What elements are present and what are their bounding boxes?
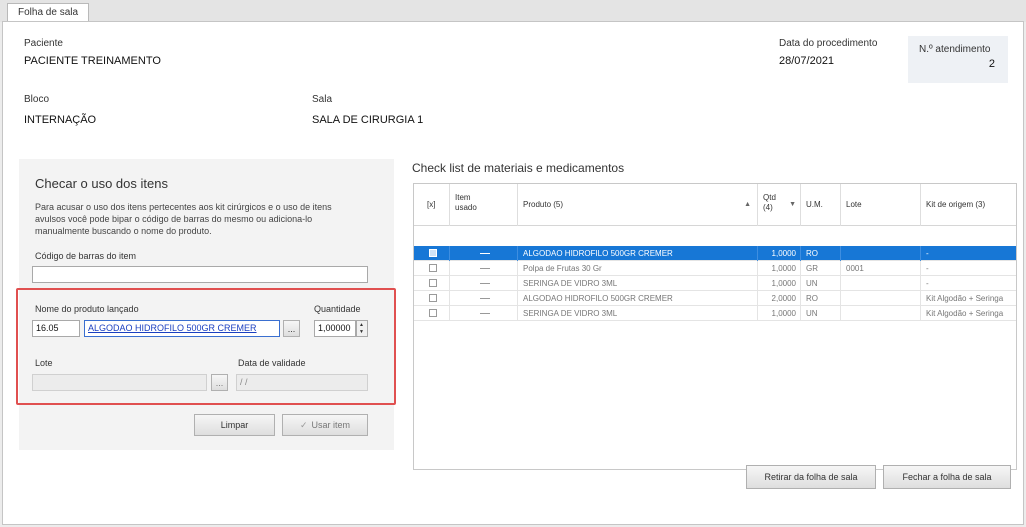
item-usado-indicator (480, 268, 490, 269)
folha-de-sala-page: Paciente PACIENTE TREINAMENTO Data do pr… (2, 21, 1024, 525)
checklist-grid: [x] Item usado Produto (5) ▲ Qtd (4) ▼ U… (413, 183, 1017, 470)
cell-produto: SERINGA DE VIDRO 3ML (518, 276, 758, 291)
cell-um: RO (801, 246, 841, 261)
col-um[interactable]: U.M. (801, 184, 841, 226)
fechar-button[interactable]: Fechar a folha de sala (883, 465, 1011, 489)
cell-qtd: 1,0000 (758, 276, 801, 291)
row-checkbox[interactable] (429, 294, 437, 302)
cell-produto: SERINGA DE VIDRO 3ML (518, 306, 758, 321)
cell-kit: - (926, 279, 929, 288)
retirar-button[interactable]: Retirar da folha de sala (746, 465, 876, 489)
cell-qtd: 1,0000 (758, 261, 801, 276)
item-usado-indicator (480, 253, 490, 254)
cell-kit: - (926, 264, 929, 273)
highlight-box (16, 288, 396, 405)
grid-title: Check list de materiais e medicamentos (412, 161, 625, 175)
item-usado-indicator (480, 283, 490, 284)
usar-item-label: Usar item (311, 420, 351, 430)
cell-lote: 0001 (841, 261, 921, 276)
cell-produto: ALGODAO HIDROFILO 500GR CREMER (518, 246, 758, 261)
item-usado-indicator (480, 298, 490, 299)
table-row[interactable]: ALGODAO HIDROFILO 500GR CREMER 1,0000 RO… (414, 246, 1016, 261)
data-procedimento-value: 28/07/2021 (779, 55, 835, 67)
sort-asc-icon[interactable]: ▲ (744, 201, 751, 208)
cell-kit: Kit Algodão + Seringa (926, 294, 1004, 303)
cell-um: UN (801, 306, 841, 321)
usar-item-button[interactable]: ✓ Usar item (282, 414, 368, 436)
atendimento-value: 2 (988, 58, 995, 70)
col-qtd[interactable]: Qtd (4) ▼ (758, 184, 801, 226)
col-lote[interactable]: Lote (841, 184, 921, 226)
limpar-button[interactable]: Limpar (194, 414, 275, 436)
cell-lote (841, 246, 921, 261)
row-checkbox[interactable] (429, 249, 437, 257)
sala-value: SALA DE CIRURGIA 1 (312, 114, 424, 126)
check-icon: ✓ (299, 419, 308, 430)
cell-um: GR (801, 261, 841, 276)
cell-kit: Kit Algodão + Seringa (926, 309, 1004, 318)
cell-qtd: 1,0000 (758, 246, 801, 261)
row-checkbox[interactable] (429, 309, 437, 317)
checar-uso-title: Checar o uso dos itens (35, 176, 168, 191)
cell-produto: ALGODAO HIDROFILO 500GR CREMER (518, 291, 758, 306)
cell-produto: Polpa de Frutas 30 Gr (518, 261, 758, 276)
sort-desc-icon[interactable]: ▼ (789, 201, 796, 208)
cell-lote (841, 291, 921, 306)
bloco-value: INTERNAÇÃO (24, 114, 97, 126)
table-row[interactable]: Polpa de Frutas 30 Gr 1,0000 GR 0001 - (414, 261, 1016, 276)
checar-uso-description: Para acusar o uso dos itens pertecentes … (35, 202, 332, 236)
col-kit[interactable]: Kit de origem (3) (921, 184, 1016, 226)
barcode-label: Código de barras do item (35, 251, 137, 261)
cell-qtd: 1,0000 (758, 306, 801, 321)
row-checkbox[interactable] (429, 264, 437, 272)
tab-bar: Folha de sala (0, 0, 1026, 22)
col-item-usado[interactable]: Item usado (450, 184, 518, 226)
col-produto-label: Produto (5) (523, 200, 564, 209)
grid-header: [x] Item usado Produto (5) ▲ Qtd (4) ▼ U… (414, 184, 1016, 226)
cell-um: RO (801, 291, 841, 306)
paciente-value: PACIENTE TREINAMENTO (24, 55, 161, 67)
data-procedimento-label: Data do procedimento (779, 38, 878, 49)
col-item-usado-label: Item usado (455, 193, 477, 212)
item-usado-indicator (480, 313, 490, 314)
atendimento-box: N.º atendimento 2 (908, 36, 1008, 83)
barcode-input[interactable] (32, 266, 368, 283)
cell-kit: - (926, 249, 929, 258)
sala-label: Sala (312, 94, 333, 105)
table-row[interactable]: SERINGA DE VIDRO 3ML 1,0000 UN - (414, 276, 1016, 291)
tab-folha-de-sala[interactable]: Folha de sala (7, 3, 90, 22)
cell-lote (841, 306, 921, 321)
table-row[interactable]: SERINGA DE VIDRO 3ML 1,0000 UN Kit Algod… (414, 306, 1016, 321)
col-qtd-label: Qtd (4) (763, 193, 776, 212)
cell-lote (841, 276, 921, 291)
paciente-label: Paciente (24, 38, 63, 49)
cell-qtd: 2,0000 (758, 291, 801, 306)
table-row[interactable]: ALGODAO HIDROFILO 500GR CREMER 2,0000 RO… (414, 291, 1016, 306)
cell-um: UN (801, 276, 841, 291)
atendimento-label: N.º atendimento (919, 44, 991, 55)
row-checkbox[interactable] (429, 279, 437, 287)
col-produto[interactable]: Produto (5) ▲ (518, 184, 758, 226)
bloco-label: Bloco (24, 94, 50, 105)
col-check[interactable]: [x] (414, 184, 450, 226)
